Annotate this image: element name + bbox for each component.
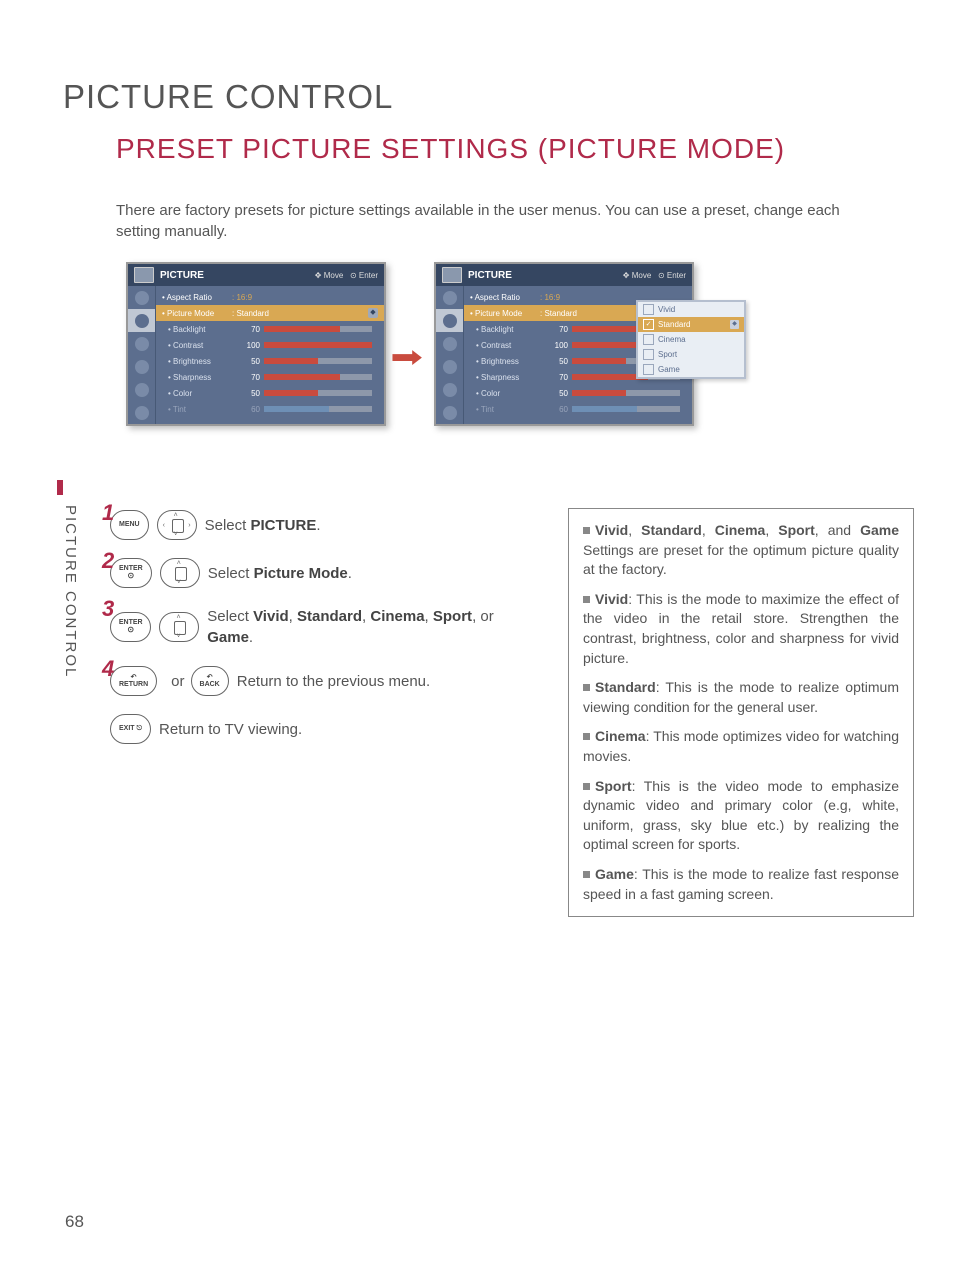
remote-button-exit: EXIT ⎋	[110, 714, 151, 744]
desc-paragraph: Sport: This is the video mode to emphasi…	[583, 777, 899, 855]
step: 4↶RETURNor↶BACKReturn to the previous me…	[110, 666, 540, 696]
desc-paragraph: Standard: This is the mode to realize op…	[583, 678, 899, 717]
step: EXIT ⎋ Return to TV viewing.	[110, 714, 540, 744]
osd-nav-item	[128, 286, 156, 309]
osd-row: • Tint 60	[464, 401, 692, 417]
osd-nav-item	[128, 378, 156, 401]
osd-nav-item-selected	[128, 309, 156, 332]
osd-nav-item-selected	[436, 309, 464, 332]
osd-nav	[436, 286, 464, 424]
desc-paragraph: Cinema: This mode optimizes video for wa…	[583, 727, 899, 766]
osd-nav-item	[436, 378, 464, 401]
desc-paragraph: Vivid, Standard, Cinema, Sport, and Game…	[583, 521, 899, 580]
osd-content-left: • Aspect Ratio : 16:9 • Picture Mode : S…	[156, 286, 384, 424]
osd-row: • Color 50	[464, 385, 692, 401]
step-number: 3	[102, 596, 114, 622]
osd-nav-item	[436, 286, 464, 309]
or-text: or	[171, 673, 184, 690]
osd-row-picture-mode: • Picture Mode : Standard ◆	[156, 305, 384, 321]
osd-menu-after: PICTURE ✥ Move ⊙ Enter • Aspect Ratio : …	[434, 262, 694, 426]
step-number: 1	[102, 500, 114, 526]
osd-nav-item	[128, 401, 156, 424]
osd-row: • Aspect Ratio : 16:9	[156, 289, 384, 305]
step-text: Select Picture Mode.	[208, 563, 352, 584]
osd-dropdown-item: Game	[638, 362, 744, 377]
osd-row: • Backlight 70	[156, 321, 384, 337]
step-text: Return to the previous menu.	[237, 671, 430, 692]
osd-title: PICTURE	[160, 270, 204, 281]
tv-icon	[134, 267, 154, 283]
osd-dropdown-item: ✓Standard◆	[638, 317, 744, 332]
remote-nav-button: ˄˅	[160, 558, 200, 588]
osd-hints: ✥ Move ⊙ Enter	[623, 271, 686, 280]
desc-paragraph: Game: This is the mode to realize fast r…	[583, 865, 899, 904]
step-number: 4	[102, 656, 114, 682]
osd-row: • Color 50	[156, 385, 384, 401]
page-title: PICTURE CONTROL	[63, 78, 393, 116]
tv-icon	[442, 267, 462, 283]
osd-nav-item	[128, 355, 156, 378]
remote-button-enter: ENTER⊙	[110, 612, 151, 642]
osd-row: • Brightness 50	[156, 353, 384, 369]
side-tab-accent	[57, 480, 63, 495]
section-title: PRESET PICTURE SETTINGS (PICTURE MODE)	[116, 133, 785, 165]
osd-nav-item	[128, 332, 156, 355]
remote-nav-button: ˄˅	[159, 612, 199, 642]
step-text: Return to TV viewing.	[159, 719, 302, 740]
intro-text: There are factory presets for picture se…	[116, 200, 886, 242]
remote-nav-button: ˄˅‹›	[157, 510, 197, 540]
remote-button-back: ↶BACK	[191, 666, 229, 696]
remote-button-return: ↶RETURN	[110, 666, 157, 696]
desc-paragraph: Vivid: This is the mode to maximize the …	[583, 590, 899, 668]
step-text: Select PICTURE.	[205, 515, 321, 536]
step: 1MENU˄˅‹›Select PICTURE.	[110, 510, 540, 540]
osd-dropdown: Vivid ✓Standard◆ Cinema Sport Game	[636, 300, 746, 379]
osd-header: PICTURE ✥ Move ⊙ Enter	[128, 264, 384, 286]
osd-nav-item	[436, 332, 464, 355]
steps-list: 1MENU˄˅‹›Select PICTURE.2ENTER⊙˄˅Select …	[110, 510, 540, 762]
osd-row: • Sharpness 70	[156, 369, 384, 385]
page-number: 68	[65, 1212, 84, 1232]
osd-row: • Tint 60	[156, 401, 384, 417]
osd-content-right: • Aspect Ratio : 16:9 • Picture Mode : S…	[464, 286, 692, 424]
osd-nav	[128, 286, 156, 424]
osd-header: PICTURE ✥ Move ⊙ Enter	[436, 264, 692, 286]
remote-button-menu: MENU	[110, 510, 149, 540]
side-tab-label: PICTURE CONTROL	[62, 505, 79, 678]
osd-nav-item	[436, 401, 464, 424]
step: 2ENTER⊙˄˅Select Picture Mode.	[110, 558, 540, 588]
osd-nav-item	[436, 355, 464, 378]
osd-menu-before: PICTURE ✥ Move ⊙ Enter • Aspect Ratio : …	[126, 262, 386, 426]
osd-dropdown-item: Sport	[638, 347, 744, 362]
osd-row: • Contrast 100	[156, 337, 384, 353]
step: 3ENTER⊙˄˅Select Vivid, Standard, Cinema,…	[110, 606, 540, 648]
step-text: Select Vivid, Standard, Cinema, Sport, o…	[207, 606, 540, 648]
arrow-right-icon: ➡	[390, 340, 423, 375]
spinner-icon: ◆	[368, 308, 378, 318]
step-number: 2	[102, 548, 114, 574]
osd-hints: ✥ Move ⊙ Enter	[315, 271, 378, 280]
descriptions-box: Vivid, Standard, Cinema, Sport, and Game…	[568, 508, 914, 917]
remote-button-enter: ENTER⊙	[110, 558, 152, 588]
osd-dropdown-item: Cinema	[638, 332, 744, 347]
osd-title: PICTURE	[468, 270, 512, 281]
osd-dropdown-item: Vivid	[638, 302, 744, 317]
